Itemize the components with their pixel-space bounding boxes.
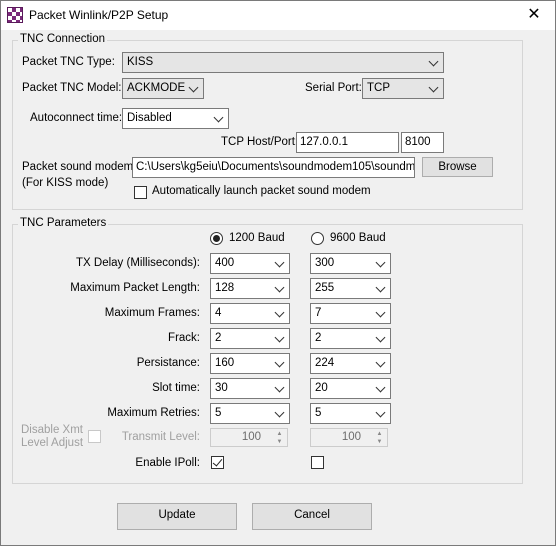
chevron-down-icon bbox=[188, 82, 199, 93]
slot-time-label: Slot time: bbox=[152, 382, 200, 394]
tx-delay-1200-select[interactable]: 400 bbox=[210, 253, 290, 274]
update-button[interactable]: Update bbox=[117, 503, 237, 530]
max-packet-length-label: Maximum Packet Length: bbox=[70, 282, 200, 294]
auto-launch-checkbox[interactable] bbox=[134, 186, 147, 199]
app-icon bbox=[7, 7, 23, 23]
spin-down-icon[interactable]: ▼ bbox=[373, 438, 386, 446]
persistance-9600-select[interactable]: 224 bbox=[310, 353, 391, 374]
tcp-host-field[interactable]: 127.0.0.1 bbox=[296, 132, 399, 153]
max-retries-label: Maximum Retries: bbox=[107, 407, 200, 419]
cancel-button[interactable]: Cancel bbox=[252, 503, 372, 530]
chevron-down-icon bbox=[375, 407, 386, 418]
chevron-down-icon bbox=[274, 257, 285, 268]
tnc-type-select[interactable]: KISS bbox=[122, 52, 444, 73]
chevron-down-icon bbox=[274, 382, 285, 393]
tnc-connection-label: TNC Connection bbox=[18, 33, 108, 45]
max-packet-length-1200-select[interactable]: 128 bbox=[210, 278, 290, 299]
persistance-label: Persistance: bbox=[136, 357, 200, 369]
tnc-model-select[interactable]: ACKMODE bbox=[122, 78, 204, 99]
tnc-model-label: Packet TNC Model: bbox=[22, 82, 122, 94]
chevron-down-icon bbox=[274, 307, 285, 318]
chevron-down-icon bbox=[375, 382, 386, 393]
max-retries-1200-select[interactable]: 5 bbox=[210, 403, 290, 424]
chevron-down-icon bbox=[428, 56, 439, 67]
disable-xmt-label: Disable Xmt bbox=[21, 424, 83, 436]
disable-xmt-checkbox[interactable] bbox=[88, 430, 101, 443]
chevron-down-icon bbox=[375, 307, 386, 318]
baud-1200-label: 1200 Baud bbox=[229, 232, 285, 244]
spin-up-icon[interactable]: ▲ bbox=[373, 430, 386, 438]
auto-launch-label: Automatically launch packet sound modem bbox=[152, 185, 371, 197]
frack-label: Frack: bbox=[168, 332, 200, 344]
title-bar[interactable]: Packet Winlink/P2P Setup ✕ bbox=[1, 1, 555, 30]
frack-9600-select[interactable]: 2 bbox=[310, 328, 391, 349]
sound-modem-path-field[interactable]: C:\Users\kg5eiu\Documents\soundmodem105\… bbox=[132, 157, 415, 178]
max-retries-9600-select[interactable]: 5 bbox=[310, 403, 391, 424]
chevron-down-icon bbox=[375, 357, 386, 368]
chevron-down-icon bbox=[274, 332, 285, 343]
slot-time-1200-select[interactable]: 30 bbox=[210, 378, 290, 399]
ipoll-9600-checkbox[interactable] bbox=[311, 456, 324, 469]
chevron-down-icon bbox=[274, 407, 285, 418]
max-frames-9600-select[interactable]: 7 bbox=[310, 303, 391, 324]
spin-down-icon[interactable]: ▼ bbox=[273, 438, 286, 446]
sound-modem-label: Packet sound modem: bbox=[22, 161, 137, 173]
baud-9600-radio[interactable] bbox=[311, 232, 324, 245]
max-packet-length-9600-select[interactable]: 255 bbox=[310, 278, 391, 299]
transmit-level-9600-stepper[interactable]: 100 ▲ ▼ bbox=[310, 428, 388, 447]
close-icon[interactable]: ✕ bbox=[523, 6, 545, 24]
tnc-parameters-label: TNC Parameters bbox=[18, 217, 109, 229]
autoconnect-label: Autoconnect time: bbox=[30, 112, 123, 124]
chevron-down-icon bbox=[213, 112, 224, 123]
kiss-mode-note: (For KISS mode) bbox=[22, 177, 109, 189]
frack-1200-select[interactable]: 2 bbox=[210, 328, 290, 349]
chevron-down-icon bbox=[375, 282, 386, 293]
slot-time-9600-select[interactable]: 20 bbox=[310, 378, 391, 399]
serial-port-label: Serial Port: bbox=[305, 82, 362, 94]
transmit-level-label: Transmit Level: bbox=[121, 431, 200, 443]
chevron-down-icon bbox=[375, 332, 386, 343]
spin-up-icon[interactable]: ▲ bbox=[273, 430, 286, 438]
max-frames-1200-select[interactable]: 4 bbox=[210, 303, 290, 324]
transmit-level-1200-stepper[interactable]: 100 ▲ ▼ bbox=[210, 428, 288, 447]
level-adjust-label: Level Adjust bbox=[21, 437, 84, 449]
ipoll-1200-checkbox[interactable] bbox=[211, 456, 224, 469]
chevron-down-icon bbox=[428, 82, 439, 93]
tcp-port-field[interactable]: 8100 bbox=[401, 132, 444, 153]
tcp-host-label: TCP Host/Port: bbox=[221, 136, 299, 148]
max-frames-label: Maximum Frames: bbox=[104, 307, 200, 319]
browse-button[interactable]: Browse bbox=[422, 157, 493, 177]
chevron-down-icon bbox=[375, 257, 386, 268]
serial-port-select[interactable]: TCP bbox=[362, 78, 444, 99]
tx-delay-label: TX Delay (Milliseconds): bbox=[76, 257, 200, 269]
chevron-down-icon bbox=[274, 357, 285, 368]
baud-9600-label: 9600 Baud bbox=[330, 232, 386, 244]
tx-delay-9600-select[interactable]: 300 bbox=[310, 253, 391, 274]
window-title: Packet Winlink/P2P Setup bbox=[29, 8, 169, 22]
persistance-1200-select[interactable]: 160 bbox=[210, 353, 290, 374]
baud-1200-radio[interactable] bbox=[210, 232, 223, 245]
tnc-type-label: Packet TNC Type: bbox=[22, 56, 115, 68]
chevron-down-icon bbox=[274, 282, 285, 293]
autoconnect-select[interactable]: Disabled bbox=[122, 108, 229, 129]
enable-ipoll-label: Enable IPoll: bbox=[135, 457, 200, 469]
